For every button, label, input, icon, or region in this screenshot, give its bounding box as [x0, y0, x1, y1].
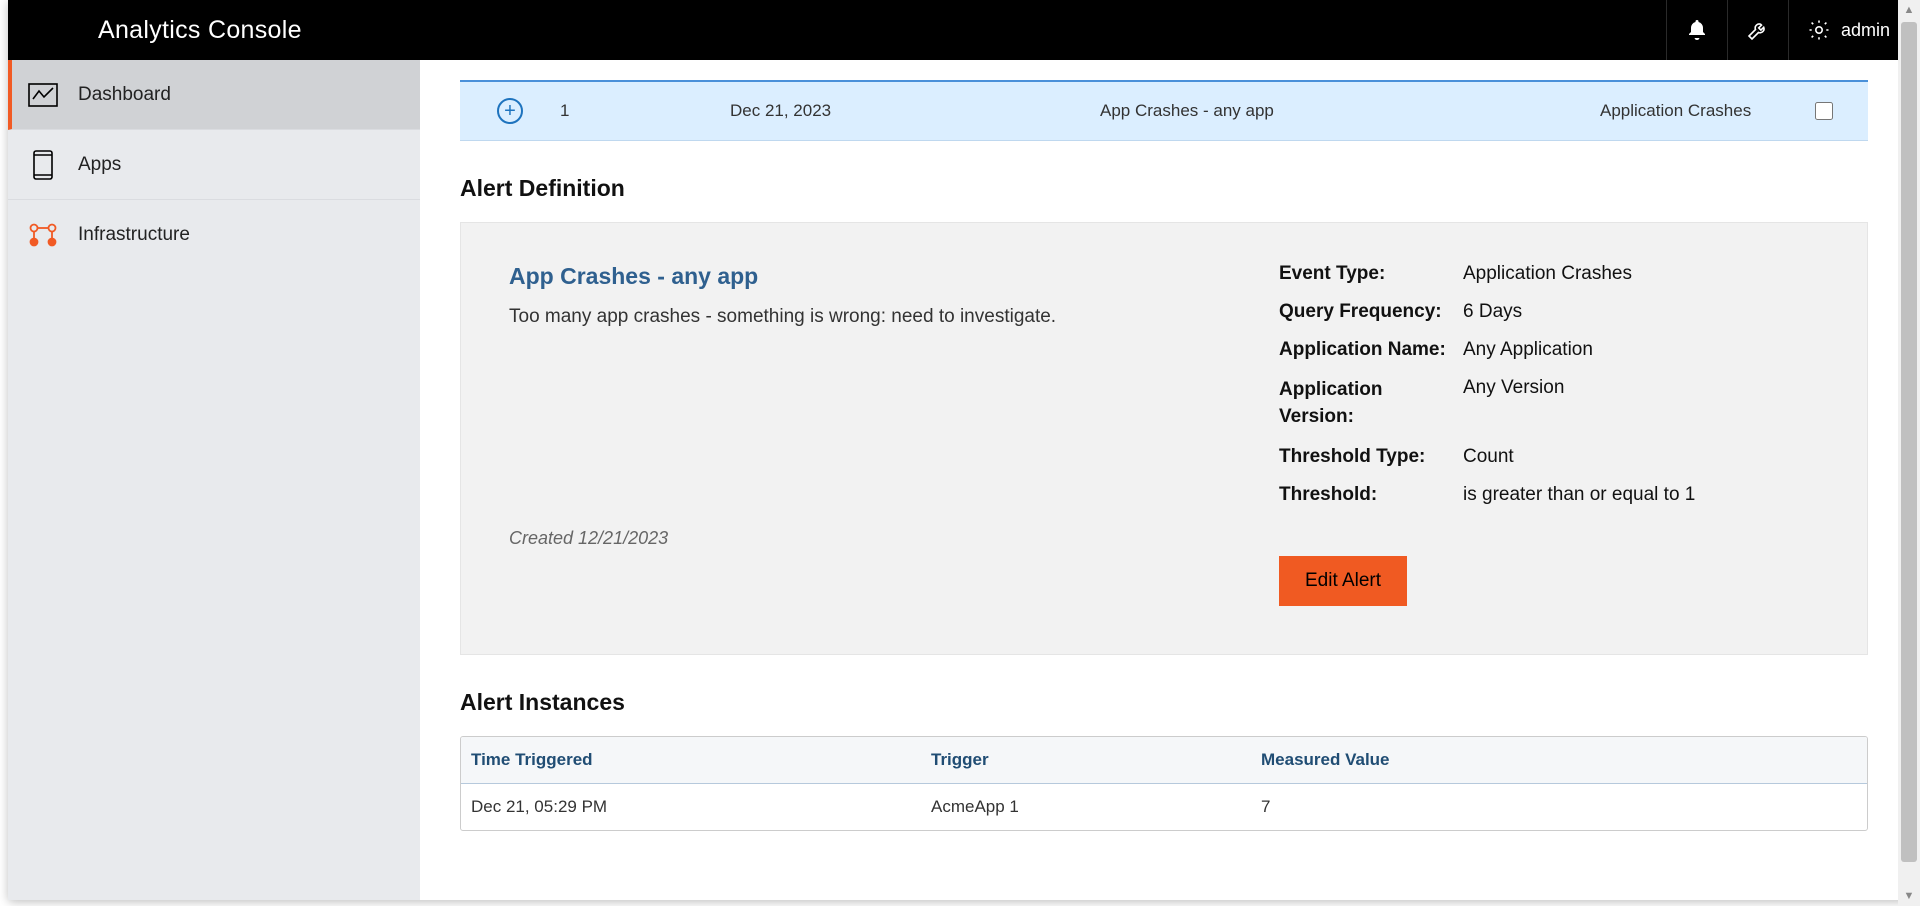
alerts-summary-table: + 1 Dec 21, 2023 App Crashes - any app A…: [460, 80, 1868, 141]
expand-row-button[interactable]: +: [497, 98, 523, 124]
column-measured-value[interactable]: Measured Value: [1261, 750, 1857, 770]
edit-alert-button[interactable]: Edit Alert: [1279, 556, 1407, 606]
instance-time: Dec 21, 05:29 PM: [471, 797, 931, 817]
sidebar: Dashboard Apps Infrastructure: [8, 60, 420, 900]
threshold-type-value: Count: [1463, 446, 1819, 468]
table-row[interactable]: Dec 21, 05:29 PM AcmeApp 1 7: [461, 784, 1867, 830]
query-frequency-value: 6 Days: [1463, 301, 1819, 323]
alerts-date: Dec 21, 2023: [730, 101, 1100, 121]
column-trigger[interactable]: Trigger: [931, 750, 1261, 770]
alerts-summary-row[interactable]: + 1 Dec 21, 2023 App Crashes - any app A…: [460, 82, 1868, 140]
alert-definition-panel: App Crashes - any app Too many app crash…: [460, 222, 1868, 655]
application-name-label: Application Name:: [1279, 339, 1459, 361]
plus-icon: +: [504, 101, 516, 121]
topbar: Analytics Console admin: [8, 0, 1908, 60]
event-type-value: Application Crashes: [1463, 263, 1819, 285]
event-type-label: Event Type:: [1279, 263, 1459, 285]
alerts-count: 1: [560, 101, 730, 121]
sidebar-item-label: Apps: [78, 154, 121, 176]
query-frequency-label: Query Frequency:: [1279, 301, 1459, 323]
app-title: Analytics Console: [98, 16, 302, 45]
dashboard-icon: [28, 83, 58, 107]
gear-icon: [1807, 18, 1831, 42]
mobile-icon: [28, 150, 58, 180]
sidebar-item-label: Infrastructure: [78, 224, 190, 246]
user-label: admin: [1841, 20, 1890, 41]
sidebar-item-label: Dashboard: [78, 84, 171, 106]
application-version-value: Any Version: [1463, 377, 1819, 430]
bell-icon: [1685, 18, 1709, 42]
wrench-icon: [1746, 18, 1770, 42]
alert-instances-heading: Alert Instances: [460, 689, 1868, 716]
threshold-type-label: Threshold Type:: [1279, 446, 1459, 468]
scroll-thumb[interactable]: [1901, 22, 1917, 862]
alert-description: Too many app crashes - something is wron…: [509, 306, 1239, 328]
page-scrollbar[interactable]: ▲ ▼: [1898, 0, 1920, 906]
alert-instances-table: Time Triggered Trigger Measured Value De…: [460, 736, 1868, 831]
network-icon: [28, 222, 58, 248]
alert-name: App Crashes - any app: [509, 263, 1239, 290]
instance-value: 7: [1261, 797, 1857, 817]
sidebar-item-dashboard[interactable]: Dashboard: [8, 60, 420, 130]
user-menu[interactable]: admin: [1788, 0, 1908, 60]
column-time-triggered[interactable]: Time Triggered: [471, 750, 931, 770]
notifications-button[interactable]: [1666, 0, 1727, 60]
instance-trigger: AcmeApp 1: [931, 797, 1261, 817]
scroll-down-arrow-icon[interactable]: ▼: [1898, 886, 1920, 906]
threshold-value: is greater than or equal to 1: [1463, 484, 1819, 506]
application-version-label: Application Version:: [1279, 377, 1459, 430]
main-content: + 1 Dec 21, 2023 App Crashes - any app A…: [420, 60, 1908, 900]
select-row-checkbox[interactable]: [1815, 102, 1833, 120]
table-header-row: Time Triggered Trigger Measured Value: [461, 737, 1867, 784]
sidebar-item-infrastructure[interactable]: Infrastructure: [8, 200, 420, 270]
alert-created: Created 12/21/2023: [509, 528, 1239, 549]
alert-definition-heading: Alert Definition: [460, 175, 1868, 202]
alerts-name: App Crashes - any app: [1100, 101, 1600, 121]
scroll-up-arrow-icon[interactable]: ▲: [1898, 0, 1920, 20]
tools-button[interactable]: [1727, 0, 1788, 60]
sidebar-item-apps[interactable]: Apps: [8, 130, 420, 200]
scroll-track[interactable]: [1898, 20, 1920, 886]
threshold-label: Threshold:: [1279, 484, 1459, 506]
application-name-value: Any Application: [1463, 339, 1819, 361]
alerts-event-type: Application Crashes: [1600, 101, 1778, 121]
